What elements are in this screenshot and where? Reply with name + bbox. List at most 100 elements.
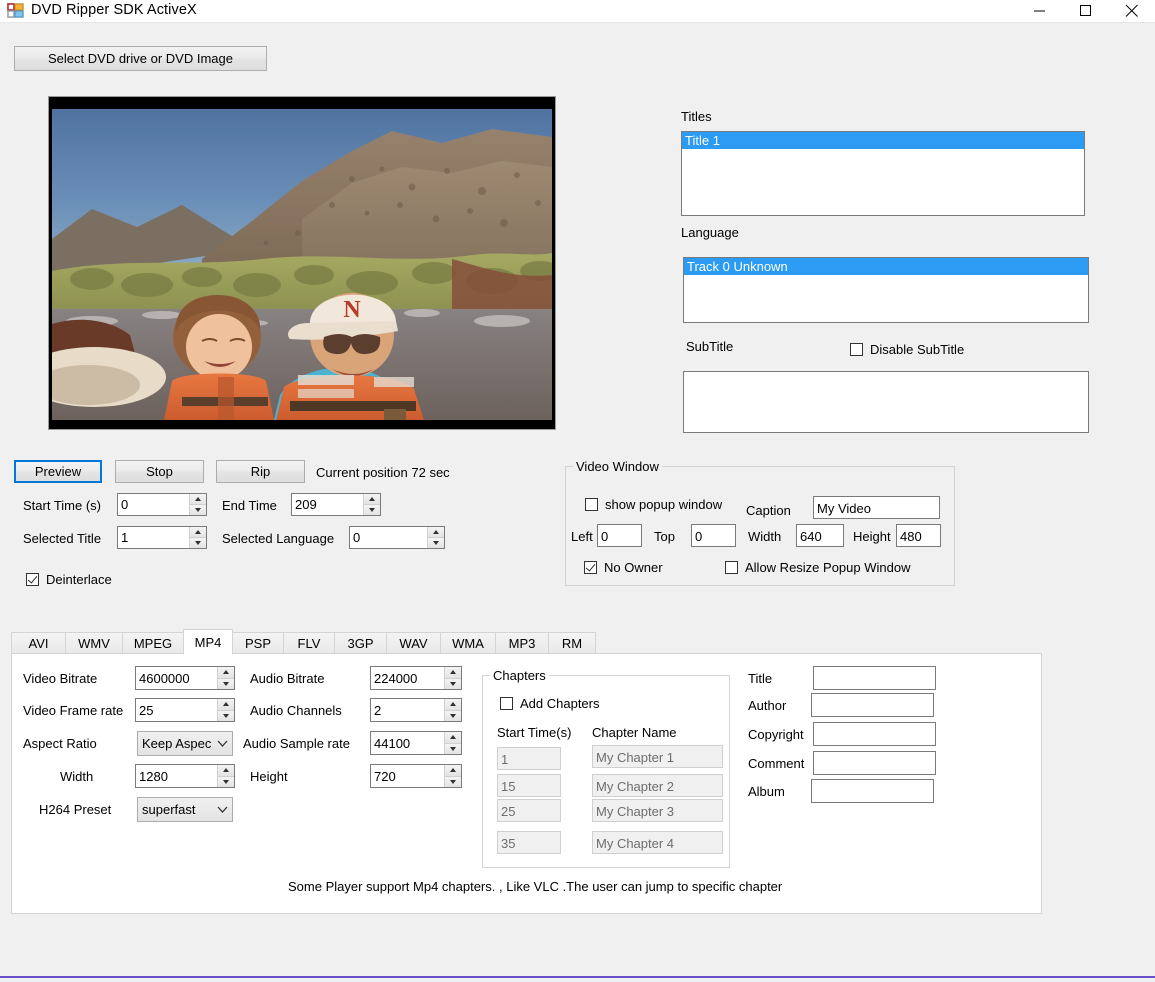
selected-title-value[interactable]: 1: [118, 527, 189, 548]
mp4-width-spinner[interactable]: 1280: [135, 764, 235, 788]
selected-title-spin-buttons[interactable]: [189, 527, 206, 548]
audio-bitrate-spin-up[interactable]: [445, 667, 461, 679]
selected-language-spin-up[interactable]: [428, 527, 444, 538]
selected-title-spin-down[interactable]: [190, 538, 206, 548]
tab-avi[interactable]: AVI: [11, 632, 66, 654]
mp4-height-value[interactable]: 720: [371, 765, 444, 787]
chapter-name-0[interactable]: My Chapter 1: [592, 745, 723, 768]
audio-bitrate-spin-buttons[interactable]: [444, 667, 461, 689]
show-popup-window-checkbox[interactable]: show popup window: [585, 497, 722, 512]
stop-button[interactable]: Stop: [115, 460, 204, 483]
video-frame-rate-spinner[interactable]: 25: [135, 698, 235, 722]
tab-wma[interactable]: WMA: [440, 632, 496, 654]
meta-author-input[interactable]: [811, 693, 934, 717]
tab-rm[interactable]: RM: [548, 632, 596, 654]
chapter-name-1[interactable]: My Chapter 2: [592, 774, 723, 797]
chevron-down-icon[interactable]: [212, 740, 232, 747]
chapter-name-2[interactable]: My Chapter 3: [592, 799, 723, 822]
audio-channels-spin-down[interactable]: [445, 711, 461, 722]
chevron-down-icon[interactable]: [212, 806, 232, 813]
format-tabstrip[interactable]: AVIWMVMPEGMP4PSPFLV3GPWAVWMAMP3RM: [11, 629, 1042, 654]
add-chapters-checkbox[interactable]: Add Chapters: [500, 696, 600, 711]
chapter-name-3[interactable]: My Chapter 4: [592, 831, 723, 854]
audio-bitrate-spin-down[interactable]: [445, 679, 461, 690]
titles-item-0[interactable]: Title 1: [682, 132, 1084, 149]
audio-channels-spin-up[interactable]: [445, 699, 461, 711]
video-frame-rate-spin-buttons[interactable]: [217, 699, 234, 721]
meta-comment-input[interactable]: [813, 751, 936, 775]
audio-sample-rate-spinner[interactable]: 44100: [370, 731, 462, 755]
mp4-width-spin-buttons[interactable]: [217, 765, 234, 787]
video-bitrate-spinner[interactable]: 4600000: [135, 666, 235, 690]
selected-title-spin-up[interactable]: [190, 527, 206, 538]
tab-wmv[interactable]: WMV: [65, 632, 123, 654]
allow-resize-popup-checkbox[interactable]: Allow Resize Popup Window: [725, 560, 910, 575]
end-time-value[interactable]: 209: [292, 494, 363, 515]
start-time-spinner[interactable]: 0: [117, 493, 207, 516]
tab-flv[interactable]: FLV: [283, 632, 335, 654]
select-dvd-source-button[interactable]: Select DVD drive or DVD Image: [14, 46, 267, 71]
caption-input[interactable]: My Video: [813, 496, 940, 519]
selected-language-spin-down[interactable]: [428, 538, 444, 548]
chapter-start-0[interactable]: 1: [497, 747, 561, 770]
tab-mpeg[interactable]: MPEG: [122, 632, 184, 654]
allow-resize-popup-box[interactable]: [725, 561, 738, 574]
no-owner-box[interactable]: [584, 561, 597, 574]
meta-album-input[interactable]: [811, 779, 934, 803]
chapter-start-1[interactable]: 15: [497, 774, 561, 797]
audio-channels-value[interactable]: 2: [371, 699, 444, 721]
audio-bitrate-spinner[interactable]: 224000: [370, 666, 462, 690]
mp4-height-spin-down[interactable]: [445, 777, 461, 788]
start-time-spin-up[interactable]: [190, 494, 206, 505]
preview-button[interactable]: Preview: [14, 460, 102, 483]
mp4-height-spin-up[interactable]: [445, 765, 461, 777]
selected-language-spin-buttons[interactable]: [427, 527, 444, 548]
mp4-height-spin-buttons[interactable]: [444, 765, 461, 787]
start-time-spin-buttons[interactable]: [189, 494, 206, 515]
mp4-height-spinner[interactable]: 720: [370, 764, 462, 788]
tab-psp[interactable]: PSP: [232, 632, 284, 654]
tab-mp4[interactable]: MP4: [183, 629, 233, 655]
tab-mp3[interactable]: MP3: [495, 632, 549, 654]
chapter-start-2[interactable]: 25: [497, 799, 561, 822]
end-time-spin-up[interactable]: [364, 494, 380, 505]
show-popup-window-box[interactable]: [585, 498, 598, 511]
maximize-icon[interactable]: [1063, 0, 1109, 22]
meta-title-input[interactable]: [813, 666, 936, 690]
meta-copyright-input[interactable]: [813, 722, 936, 746]
language-listbox[interactable]: Track 0 Unknown: [683, 257, 1089, 323]
subtitle-textbox[interactable]: [683, 371, 1089, 433]
video-frame-rate-value[interactable]: 25: [136, 699, 217, 721]
audio-bitrate-value[interactable]: 224000: [371, 667, 444, 689]
deinterlace-box[interactable]: [26, 573, 39, 586]
mp4-width-spin-up[interactable]: [218, 765, 234, 777]
end-time-spin-buttons[interactable]: [363, 494, 380, 515]
top-input[interactable]: 0: [691, 524, 736, 547]
titles-listbox[interactable]: Title 1: [681, 131, 1085, 216]
end-time-spin-down[interactable]: [364, 505, 380, 515]
video-frame-rate-spin-down[interactable]: [218, 711, 234, 722]
selected-language-spinner[interactable]: 0: [349, 526, 445, 549]
mp4-width-spin-down[interactable]: [218, 777, 234, 788]
chapter-start-3[interactable]: 35: [497, 831, 561, 854]
video-frame-rate-spin-up[interactable]: [218, 699, 234, 711]
video-bitrate-spin-up[interactable]: [218, 667, 234, 679]
deinterlace-checkbox[interactable]: Deinterlace: [26, 572, 112, 587]
tab-wav[interactable]: WAV: [386, 632, 441, 654]
selected-language-value[interactable]: 0: [350, 527, 427, 548]
selected-title-spinner[interactable]: 1: [117, 526, 207, 549]
vw-height-input[interactable]: 480: [896, 524, 941, 547]
audio-sample-rate-value[interactable]: 44100: [371, 732, 444, 754]
start-time-spin-down[interactable]: [190, 505, 206, 515]
vw-width-input[interactable]: 640: [796, 524, 844, 547]
left-input[interactable]: 0: [597, 524, 642, 547]
video-preview[interactable]: N: [48, 96, 556, 430]
add-chapters-box[interactable]: [500, 697, 513, 710]
video-bitrate-spin-buttons[interactable]: [217, 667, 234, 689]
h264-preset-combobox[interactable]: superfast: [137, 797, 233, 822]
disable-subtitle-box[interactable]: [850, 343, 863, 356]
tab-3gp[interactable]: 3GP: [334, 632, 387, 654]
minimize-icon[interactable]: [1017, 0, 1063, 22]
end-time-spinner[interactable]: 209: [291, 493, 381, 516]
aspect-ratio-combobox[interactable]: Keep Aspec: [137, 731, 233, 756]
